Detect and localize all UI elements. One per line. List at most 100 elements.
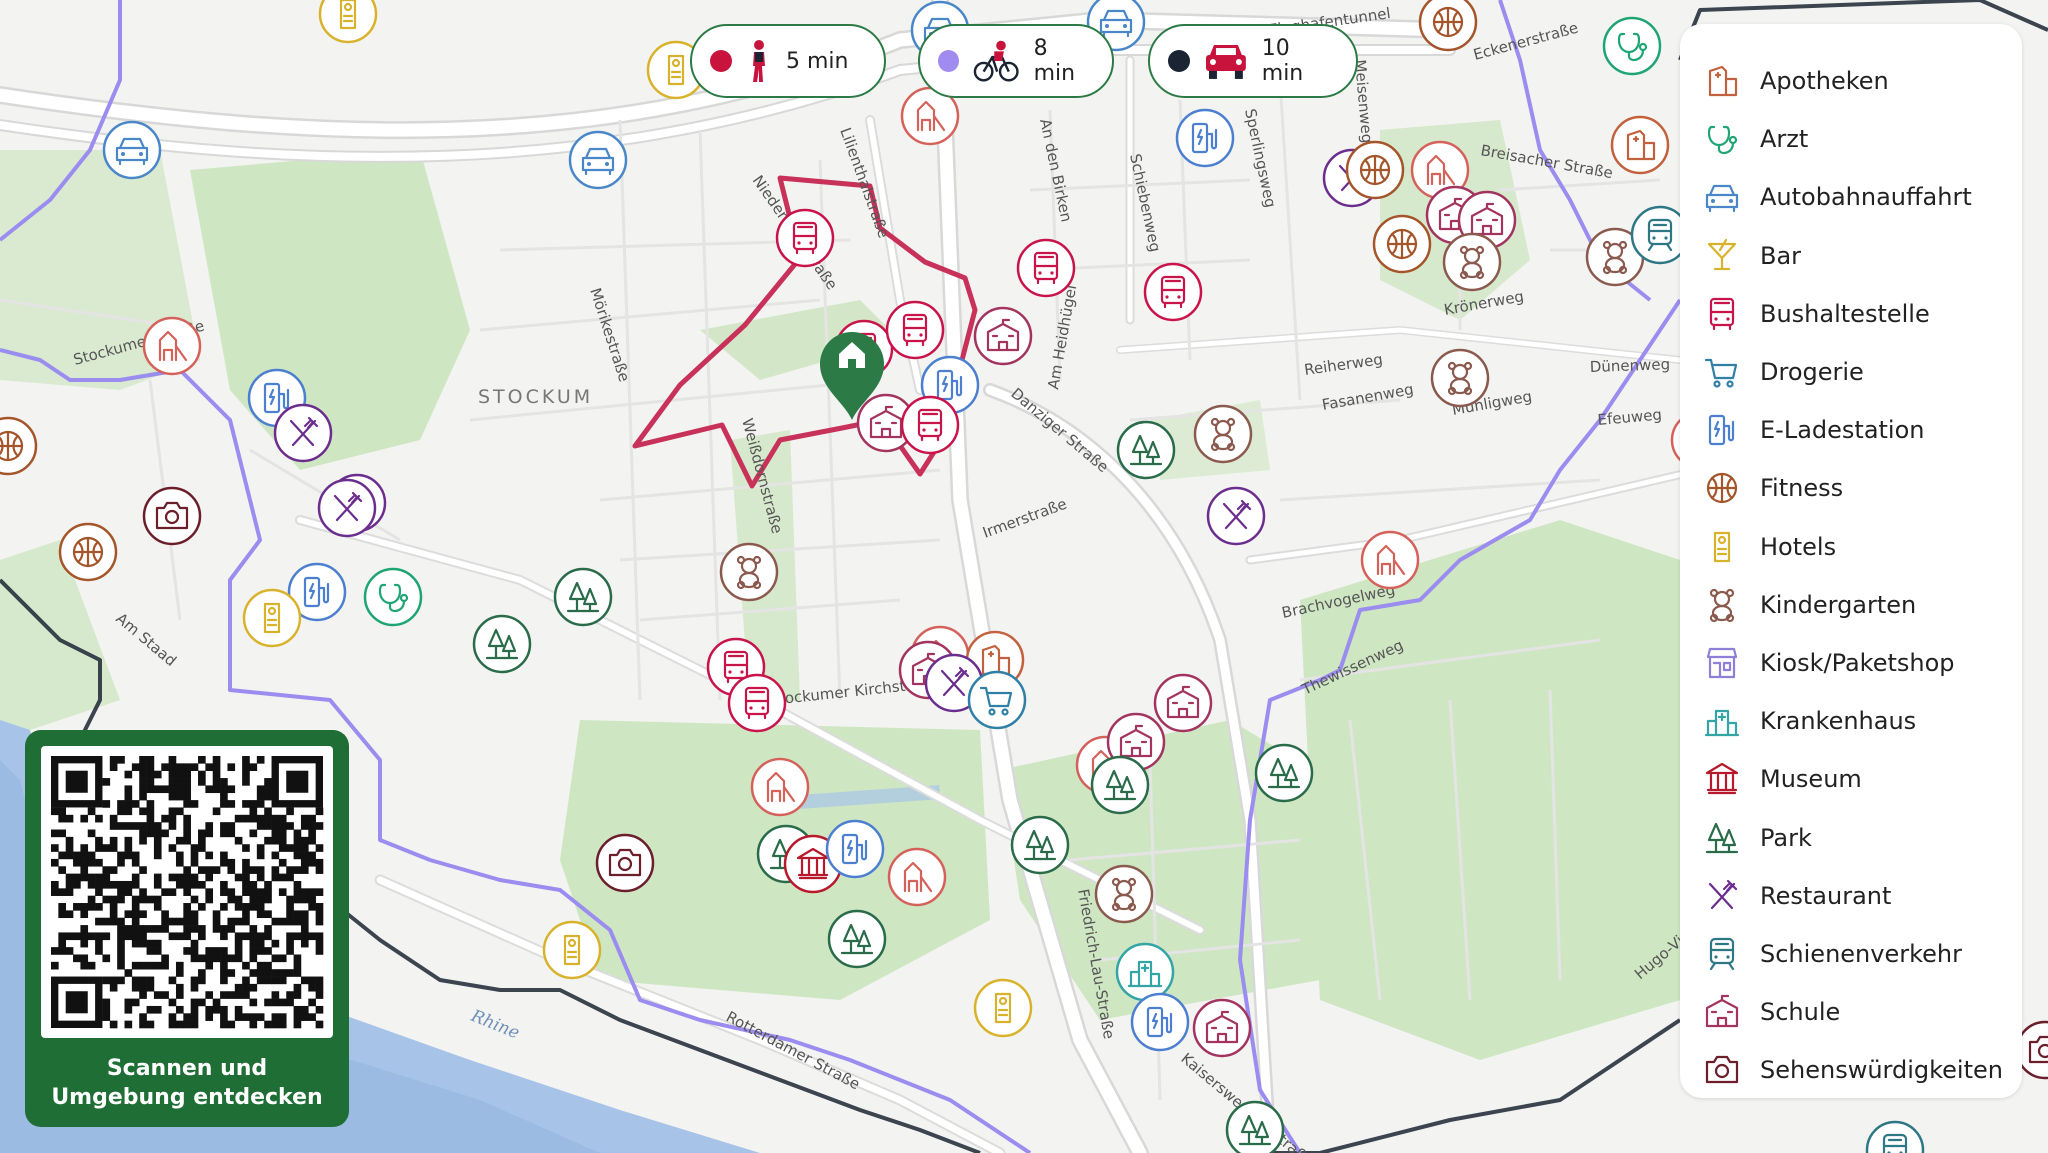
car-time-pill[interactable]: 10 min xyxy=(1148,24,1358,98)
legend-label: Schule xyxy=(1760,998,1841,1027)
legend-item: Kiosk/Paketshop xyxy=(1702,634,1955,692)
legend-label: Apotheken xyxy=(1760,67,1889,95)
trees-icon[interactable] xyxy=(553,567,613,627)
hospital-icon xyxy=(1702,701,1742,741)
hospital-icon[interactable] xyxy=(1115,942,1175,1002)
pharmacy-icon[interactable] xyxy=(1610,115,1670,175)
school-icon[interactable] xyxy=(973,306,1033,366)
walk-color-dot xyxy=(710,50,732,72)
cyclist-icon xyxy=(973,40,1019,82)
bus-icon[interactable] xyxy=(1016,238,1076,298)
trees-icon[interactable] xyxy=(1010,815,1070,875)
car-icon[interactable] xyxy=(102,120,162,180)
school-icon xyxy=(1702,992,1742,1032)
legend-item: Schule xyxy=(1702,983,1840,1041)
bike-time-label: 8 min xyxy=(1033,36,1076,86)
cutlery-icon[interactable] xyxy=(317,478,377,538)
legend-label: Krankenhaus xyxy=(1760,707,1917,736)
basketball-icon[interactable] xyxy=(58,522,118,582)
legend-label: Bushaltestelle xyxy=(1760,299,1930,328)
walk-time-pill[interactable]: 5 min xyxy=(690,24,886,98)
legend-label: Bar xyxy=(1760,241,1802,270)
legend-label: E-Ladestation xyxy=(1760,416,1925,445)
qr-caption: Scannen und Umgebung entdecken xyxy=(25,1054,349,1112)
playground-icon[interactable] xyxy=(750,757,810,817)
legend-item: Autobahnauffahrt xyxy=(1702,168,1972,226)
cutlery-icon[interactable] xyxy=(1206,486,1266,546)
car-icon[interactable] xyxy=(568,130,628,190)
bike-time-pill[interactable]: 8 min xyxy=(918,24,1114,98)
door-hanger-icon[interactable] xyxy=(973,978,1033,1038)
qr-card[interactable]: Scannen und Umgebung entdecken xyxy=(25,730,349,1127)
trees-icon[interactable] xyxy=(472,614,532,674)
trees-icon[interactable] xyxy=(1116,420,1176,480)
teddy-bear-icon[interactable] xyxy=(719,542,779,602)
bus-icon[interactable] xyxy=(1143,262,1203,322)
school-icon[interactable] xyxy=(1153,673,1213,733)
stethoscope-icon[interactable] xyxy=(363,567,423,627)
district-label: STOCKUM xyxy=(478,386,593,408)
cart-icon xyxy=(1702,352,1742,392)
cutlery-icon xyxy=(1702,876,1742,916)
qr-code[interactable] xyxy=(41,746,333,1038)
train-icon xyxy=(1702,934,1742,974)
bus-icon[interactable] xyxy=(727,673,787,733)
teddy-bear-icon[interactable] xyxy=(1094,864,1154,924)
legend-label: Fitness xyxy=(1760,474,1844,503)
basketball-icon[interactable] xyxy=(1418,0,1478,52)
legend-item: Restaurant xyxy=(1702,867,1891,925)
legend-item: Kindergarten xyxy=(1702,576,1916,634)
door-hanger-icon[interactable] xyxy=(318,0,378,44)
door-hanger-icon xyxy=(1702,527,1742,567)
trees-icon[interactable] xyxy=(827,909,887,969)
bus-icon xyxy=(1702,294,1742,334)
legend-label: Museum xyxy=(1760,765,1862,794)
trees-icon[interactable] xyxy=(1254,743,1314,803)
school-icon[interactable] xyxy=(1192,998,1252,1058)
legend-item: E-Ladestation xyxy=(1702,401,1925,459)
charging-station-icon[interactable] xyxy=(1175,108,1235,168)
car-time-label: 10 min xyxy=(1261,36,1304,86)
cart-icon[interactable] xyxy=(967,670,1027,730)
legend-panel: Apotheken Arzt Autobahnauffahrt Bar Bushalte… xyxy=(1680,24,2022,1098)
car-color-dot xyxy=(1168,50,1190,72)
pharmacy-icon xyxy=(1702,61,1742,101)
charging-station-icon[interactable] xyxy=(825,819,885,879)
bus-icon[interactable] xyxy=(900,395,960,455)
camera-icon[interactable] xyxy=(142,486,202,546)
qr-caption-line1: Scannen und xyxy=(106,1056,268,1081)
legend-item: Drogerie xyxy=(1702,343,1864,401)
legend-item: Sehenswürdigkeiten xyxy=(1702,1041,2003,1099)
cutlery-icon[interactable] xyxy=(273,403,333,463)
camera-icon[interactable] xyxy=(595,833,655,893)
car-icon xyxy=(1205,45,1246,79)
legend-item: Museum xyxy=(1702,750,1862,808)
legend-label: Arzt xyxy=(1760,125,1809,154)
door-hanger-icon[interactable] xyxy=(542,920,602,980)
bus-icon[interactable] xyxy=(775,208,835,268)
playground-icon[interactable] xyxy=(142,316,202,376)
walker-icon xyxy=(753,40,765,82)
basketball-icon[interactable] xyxy=(1345,140,1405,200)
trees-icon[interactable] xyxy=(1090,755,1150,815)
legend-label: Kindergarten xyxy=(1760,590,1917,619)
legend-label: Kiosk/Paketshop xyxy=(1760,649,1955,677)
bike-color-dot xyxy=(938,50,960,72)
legend-item: Krankenhaus xyxy=(1702,692,1916,750)
trees-icon xyxy=(1702,818,1742,858)
charging-station-icon[interactable] xyxy=(1130,992,1190,1052)
legend-item: Apotheken xyxy=(1702,52,1889,110)
playground-icon[interactable] xyxy=(887,847,947,907)
basketball-icon[interactable] xyxy=(1372,214,1432,274)
teddy-bear-icon[interactable] xyxy=(1442,232,1502,292)
trees-icon[interactable] xyxy=(1225,1100,1285,1153)
bus-icon[interactable] xyxy=(885,300,945,360)
legend-label: Restaurant xyxy=(1760,881,1892,910)
stethoscope-icon[interactable] xyxy=(1602,16,1662,76)
teddy-bear-icon[interactable] xyxy=(1193,404,1253,464)
camera-icon xyxy=(1702,1050,1742,1090)
teddy-bear-icon[interactable] xyxy=(1430,348,1490,408)
door-hanger-icon[interactable] xyxy=(242,588,302,648)
playground-icon[interactable] xyxy=(1360,530,1420,590)
charging-station-icon xyxy=(1702,410,1742,450)
